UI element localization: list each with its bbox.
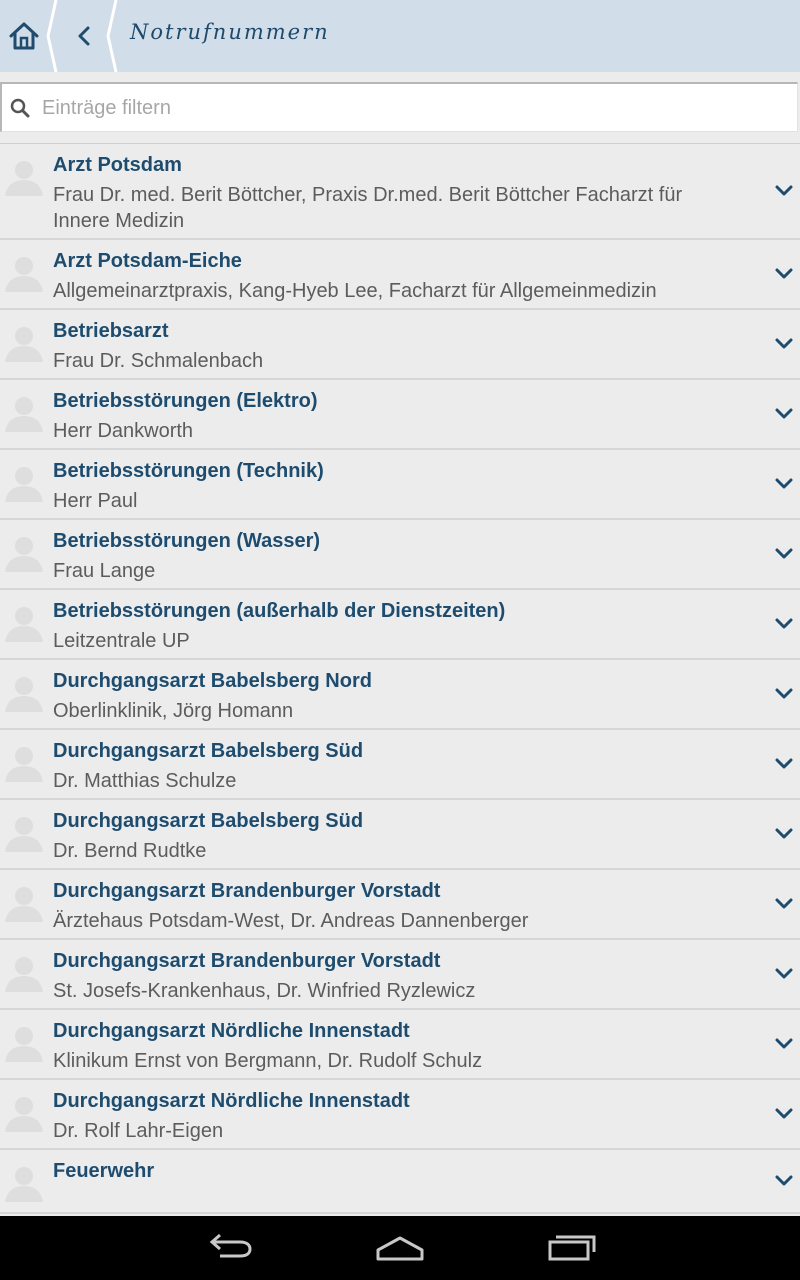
list-item-subtitle: Dr. Matthias Schulze [53,770,237,792]
list-item-subtitle: Allgemeinarztpraxis, Kang-Hyeb Lee, Fach… [53,280,657,302]
list-item[interactable]: Durchgangsarzt Brandenburger Vorstadt Ärz… [0,870,800,940]
chevron-down-icon[interactable] [774,184,794,198]
list-item-title: Durchgangsarzt Nördliche Innenstadt [53,1090,410,1112]
system-navigation-bar [0,1216,800,1280]
person-icon [5,607,43,642]
list-item[interactable]: Durchgangsarzt Babelsberg Süd Dr. Bernd R… [0,800,800,870]
chevron-down-icon[interactable] [774,547,794,561]
list-item[interactable]: Betriebsstörungen (Elektro) Herr Dankwort… [0,380,800,450]
person-icon [5,1167,43,1202]
list-item-subtitle: Leitzentrale UP [53,630,190,652]
list-item[interactable]: Durchgangsarzt Babelsberg Nord Oberlinkli… [0,660,800,730]
list-item-title: Betriebsstörungen (Elektro) [53,390,318,412]
list-item[interactable]: Betriebsstörungen (Wasser) Frau Lange [0,520,800,590]
app-screen: Notrufnummern Arzt Potsdam Frau Dr. med. … [0,0,800,1280]
person-icon [5,957,43,992]
list-item-subtitle: Oberlinklinik, Jörg Homann [53,700,294,722]
back-arrow-icon [209,1233,252,1258]
person-icon [5,1027,43,1062]
list-item-subtitle: Herr Dankworth [53,420,194,442]
list-item-title: Durchgangsarzt Babelsberg Süd [53,740,364,762]
person-icon [5,257,43,292]
list-item-subtitle: Herr Paul [53,490,138,512]
list-item[interactable]: Durchgangsarzt Nördliche Innenstadt Klini… [0,1010,800,1080]
nav-back-button[interactable] [204,1232,256,1269]
home-outline-icon [376,1236,424,1261]
list-item-title: Durchgangsarzt Babelsberg Süd [53,810,364,832]
chevron-down-icon[interactable] [774,1037,794,1051]
chevron-down-icon[interactable] [774,827,794,841]
home-button[interactable] [0,0,48,72]
person-icon [5,397,43,432]
header-separator [106,0,118,72]
list-item[interactable]: Durchgangsarzt Nördliche Innenstadt Dr. R… [0,1080,800,1150]
search-icon [10,98,30,118]
home-icon [9,22,39,50]
list-item[interactable]: Arzt Potsdam Frau Dr. med. Berit Böttcher… [0,144,800,240]
person-icon [5,747,43,782]
list-item-title: Durchgangsarzt Nördliche Innenstadt [53,1020,410,1042]
nav-recents-button[interactable] [546,1232,598,1269]
list-item-subtitle: Dr. Rolf Lahr-Eigen [53,1120,224,1142]
list-item-subtitle: St. Josefs-Krankenhaus, Dr. Winfried Ryz… [53,980,476,1002]
list-item-title: Durchgangsarzt Babelsberg Nord [53,670,372,692]
list-item-title: Betriebsarzt [53,320,169,342]
list-item[interactable]: Durchgangsarzt Babelsberg Süd Dr. Matthia… [0,730,800,800]
list-item-title: Betriebsstörungen (Technik) [53,460,324,482]
person-icon [5,467,43,502]
header-bar: Notrufnummern [0,0,800,72]
list-item-subtitle: Frau Lange [53,560,156,582]
chevron-left-icon [78,26,90,46]
page-title: Notrufnummern [130,20,330,44]
list-item[interactable]: Durchgangsarzt Brandenburger Vorstadt St.… [0,940,800,1010]
list-item-title: Arzt Potsdam-Eiche [53,250,242,272]
list-item-subtitle: Frau Dr. med. Berit Böttcher, Praxis Dr.… [53,184,683,232]
list-item[interactable]: Feuerwehr [0,1150,800,1214]
chevron-down-icon[interactable] [774,617,794,631]
chevron-down-icon[interactable] [774,967,794,981]
list-item-title: Betriebsstörungen (Wasser) [53,530,321,552]
list-item[interactable]: Betriebsstörungen (Technik) Herr Paul [0,450,800,520]
nav-home-button[interactable] [372,1232,428,1269]
chevron-down-icon[interactable] [774,1107,794,1121]
list-item-title: Durchgangsarzt Brandenburger Vorstadt [53,880,441,902]
list-item-title: Feuerwehr [53,1160,155,1182]
chevron-down-icon[interactable] [774,687,794,701]
person-icon [5,677,43,712]
list-item-title: Durchgangsarzt Brandenburger Vorstadt [53,950,441,972]
chevron-down-icon[interactable] [774,757,794,771]
list-item[interactable]: Arzt Potsdam-Eiche Allgemeinarztpraxis, K… [0,240,800,310]
chevron-down-icon[interactable] [774,477,794,491]
list-item-subtitle: Ärztehaus Potsdam-West, Dr. Andreas Dann… [53,910,529,932]
list-item-subtitle: Dr. Bernd Rudtke [53,840,207,862]
list-item-subtitle: Frau Dr. Schmalenbach [53,350,264,372]
chevron-down-icon[interactable] [774,897,794,911]
list-item-subtitle: Klinikum Ernst von Bergmann, Dr. Rudolf … [53,1050,483,1072]
person-icon [5,817,43,852]
search-input[interactable] [40,84,784,132]
list-item-title: Arzt Potsdam [53,154,182,176]
chevron-down-icon[interactable] [774,1174,794,1188]
list-item[interactable]: Betriebsarzt Frau Dr. Schmalenbach [0,310,800,380]
person-icon [5,887,43,922]
list-item[interactable]: Betriebsstörungen (außerhalb der Dienstz… [0,590,800,660]
chevron-down-icon[interactable] [774,267,794,281]
recent-apps-icon [548,1235,596,1261]
person-icon [5,1097,43,1132]
contact-list[interactable]: Arzt Potsdam Frau Dr. med. Berit Böttcher… [0,143,800,1217]
chevron-down-icon[interactable] [774,337,794,351]
list-item-title: Betriebsstörungen (außerhalb der Dienstz… [53,600,506,622]
chevron-down-icon[interactable] [774,407,794,421]
search-bar [0,82,798,132]
person-icon [5,537,43,572]
person-icon [5,327,43,362]
person-icon [5,161,43,196]
